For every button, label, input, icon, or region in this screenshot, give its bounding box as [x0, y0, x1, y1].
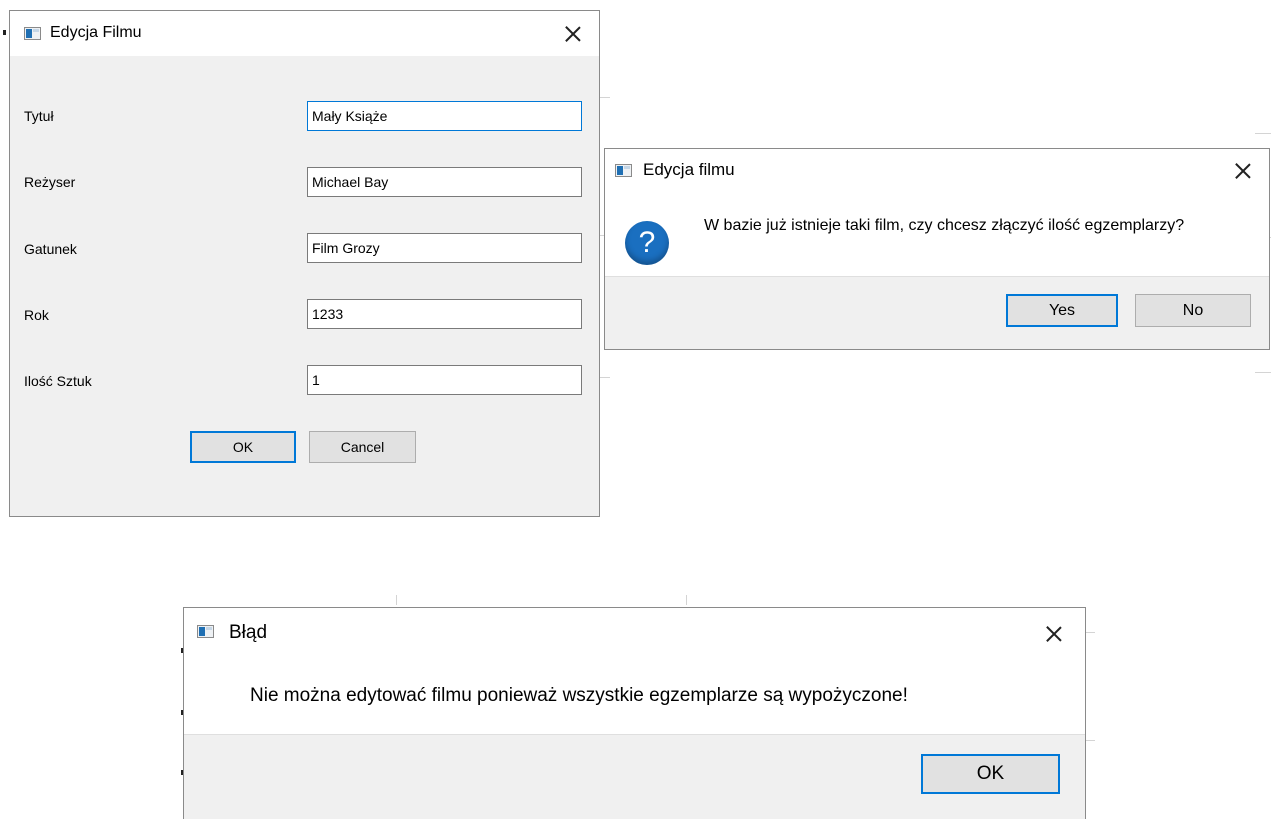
no-button[interactable]: No — [1135, 294, 1251, 327]
director-input[interactable] — [307, 167, 582, 197]
director-label: Reżyser — [24, 174, 76, 190]
button-bar: Yes No — [605, 276, 1269, 349]
background-line — [1255, 133, 1271, 134]
window-title: Błąd — [229, 622, 268, 643]
background-line — [1255, 372, 1271, 373]
question-glyph: ? — [638, 226, 656, 259]
title-bar[interactable]: Błąd — [184, 608, 1085, 658]
close-icon[interactable] — [565, 26, 581, 42]
yes-button[interactable]: Yes — [1006, 294, 1118, 327]
error-message: Nie można edytować filmu ponieważ wszyst… — [250, 685, 908, 706]
close-icon[interactable] — [1235, 163, 1251, 179]
edit-film-dialog: Edycja Filmu Tytuł Reżyser Gatunek Rok I… — [9, 10, 600, 517]
title-input[interactable] — [307, 101, 582, 131]
year-input[interactable] — [307, 299, 582, 329]
ok-button[interactable]: OK — [921, 754, 1060, 794]
background-mark — [3, 30, 6, 35]
app-icon — [197, 625, 214, 638]
title-bar[interactable]: Edycja Filmu — [10, 11, 599, 56]
app-icon — [24, 27, 41, 40]
title-label: Tytuł — [24, 108, 54, 124]
background-line — [600, 377, 610, 378]
background-line — [686, 595, 687, 605]
question-icon: ? — [625, 221, 669, 265]
year-label: Rok — [24, 307, 49, 323]
quantity-label: Ilość Sztuk — [24, 373, 92, 389]
app-icon — [615, 164, 632, 177]
merge-confirm-dialog: Edycja filmu ? W bazie już istnieje taki… — [604, 148, 1270, 350]
button-bar: OK — [184, 734, 1085, 819]
genre-label: Gatunek — [24, 241, 77, 257]
window-title: Edycja Filmu — [50, 24, 142, 41]
background-line — [600, 97, 610, 98]
ok-button[interactable]: OK — [190, 431, 296, 463]
confirm-message: W bazie już istnieje taki film, czy chce… — [704, 217, 1185, 234]
error-dialog: Błąd Nie można edytować filmu ponieważ w… — [183, 607, 1086, 819]
background-line — [396, 595, 397, 605]
quantity-input[interactable] — [307, 365, 582, 395]
background-line — [1085, 632, 1095, 633]
background-line — [1085, 740, 1095, 741]
close-icon[interactable] — [1046, 626, 1062, 642]
title-bar[interactable]: Edycja filmu — [605, 149, 1269, 191]
window-title: Edycja filmu — [643, 160, 735, 179]
cancel-button[interactable]: Cancel — [309, 431, 416, 463]
genre-input[interactable] — [307, 233, 582, 263]
